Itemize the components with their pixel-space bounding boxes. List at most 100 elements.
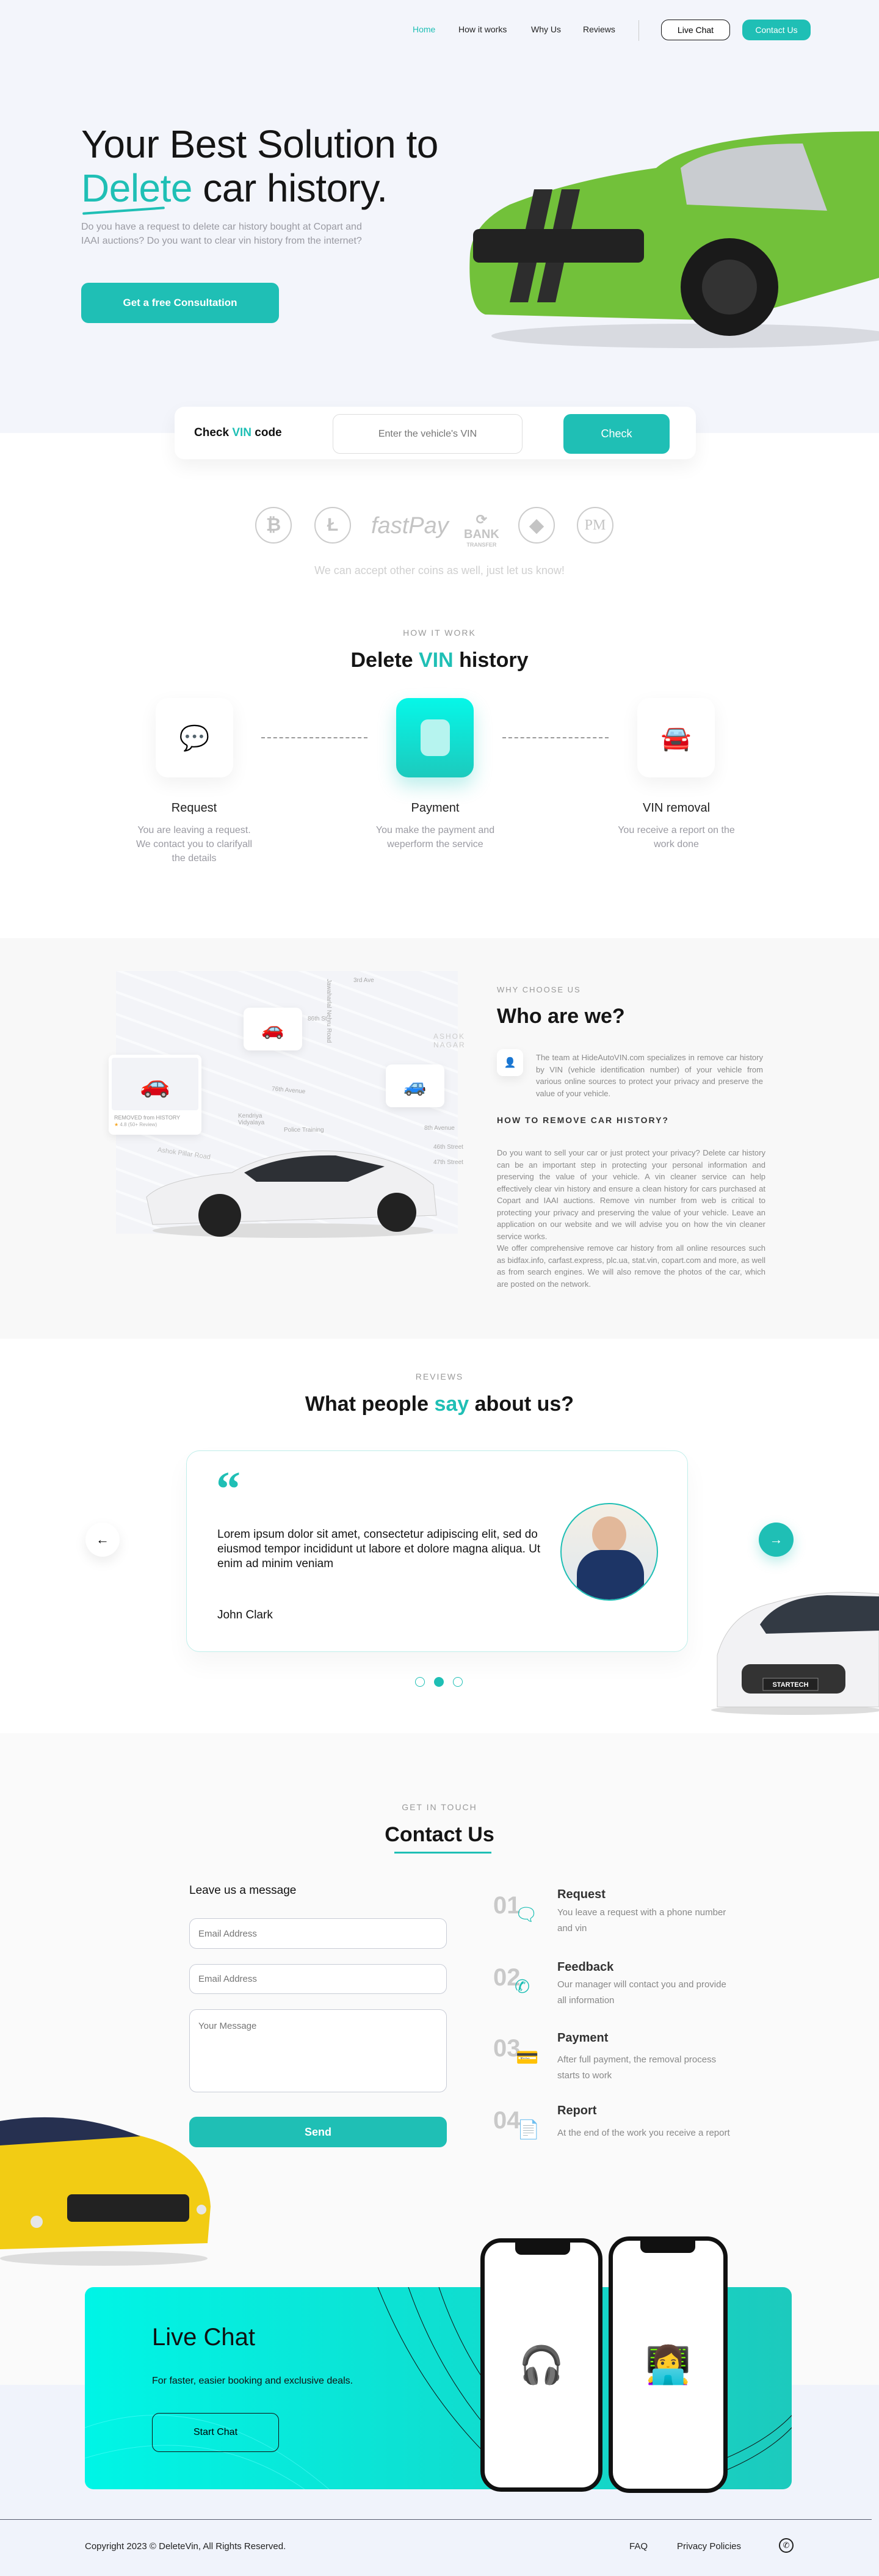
map-label: Kendriya Vidyalaya: [238, 1113, 265, 1126]
payments-note: We can accept other coins as well, just …: [314, 564, 565, 577]
contact-title-underline: [394, 1852, 491, 1854]
map-pin-car-white: 🚗: [244, 1008, 302, 1050]
phone-icon: ✆: [515, 1977, 530, 1997]
step-desc: After full payment, the removal process …: [557, 2054, 717, 2081]
carousel-dot[interactable]: [415, 1677, 425, 1687]
footer-divider: [0, 2519, 872, 2520]
why-title: Who are we?: [497, 1005, 625, 1028]
why-intro: The team at HideAutoVIN.com specializes …: [536, 1053, 763, 1098]
step-desc: Our manager will contact you and provide…: [557, 1979, 726, 2006]
contact-eyebrow: GET IN TOUCH: [402, 1802, 477, 1812]
headset-support-icon: 🎧: [518, 2345, 565, 2385]
white-bmw-image: [146, 1150, 437, 1238]
step-number: 04: [493, 2107, 521, 2134]
email-field[interactable]: [189, 1918, 447, 1949]
step-desc: You make the payment and weperform the s…: [375, 825, 495, 850]
card-payment-icon: 💳: [516, 2048, 539, 2068]
nav-home[interactable]: Home: [413, 24, 435, 34]
map-label: 46th Street: [433, 1144, 463, 1151]
step-title: Report: [557, 2104, 597, 2117]
sedan-image: 🚗: [112, 1058, 198, 1110]
contact-us-button[interactable]: Contact Us: [742, 20, 811, 40]
car-icon: 🚘: [660, 724, 692, 752]
vin-removal-step-card: 🚘: [637, 698, 715, 777]
how-title: Delete VIN history: [350, 649, 529, 672]
yellow-camaro-image: [0, 2117, 211, 2266]
contact-title: Contact Us: [385, 1823, 494, 1846]
step-title: Payment: [557, 2031, 609, 2045]
phone-mockup-agent: 👩‍💻: [609, 2236, 728, 2493]
map-label: 3rd Ave: [353, 977, 374, 984]
fastpay-logo: fastPay: [371, 513, 449, 539]
step-desc: At the end of the work you receive a rep…: [557, 2128, 730, 2138]
email-field-2[interactable]: [189, 1964, 447, 1994]
woman-laptop-illustration: 👩‍💻: [645, 2344, 691, 2385]
map-label: 47th Street: [433, 1159, 463, 1166]
chat-question-icon: 🗨: [515, 1905, 538, 1925]
vin-label: Check VIN code: [194, 426, 282, 439]
litecoin-icon: Ł: [314, 507, 351, 544]
send-button[interactable]: Send: [189, 2117, 447, 2147]
vin-check-bar: Check VIN code Check: [175, 407, 696, 459]
step-desc: You leave a request with a phone number …: [557, 1907, 726, 1934]
step-title: VIN removal: [642, 801, 711, 815]
map-pin-car-black: 🚙: [386, 1064, 444, 1107]
review-text: Lorem ipsum dolor sit amet, consectetur …: [217, 1528, 541, 1570]
removed-car-card: 🚗 REMOVED from HISTORY ★ 4.8 (50+ Review…: [109, 1055, 201, 1135]
step-title: Feedback: [557, 1960, 614, 1974]
reviewer-avatar: [560, 1503, 658, 1601]
map-label: 8th Avenue: [424, 1125, 455, 1132]
live-chat-subtitle: For faster, easier booking and exclusive…: [152, 2376, 353, 2386]
white-jaguar-image: STARTECH: [711, 1592, 879, 1715]
live-chat-button[interactable]: Live Chat: [661, 20, 730, 40]
report-document-icon: 📄: [517, 2120, 540, 2140]
step-desc: You receive a report on the work done: [618, 825, 735, 850]
faq-link[interactable]: FAQ: [629, 2541, 648, 2552]
why-eyebrow: WHY CHOOSE US: [497, 985, 581, 994]
form-title: Leave us a message: [189, 1884, 297, 1897]
bitcoin-icon: ₿: [255, 507, 292, 544]
map-label: Police Training: [284, 1127, 324, 1133]
carousel-dot[interactable]: [453, 1677, 463, 1687]
reviewer-name: John Clark: [217, 1609, 273, 1621]
remove-history-heading: HOW TO REMOVE CAR HISTORY?: [497, 1115, 669, 1125]
nav-divider: [638, 20, 639, 41]
step-title: Request: [557, 1888, 606, 1901]
check-button[interactable]: Check: [563, 414, 670, 454]
live-chat-title: Live Chat: [152, 2324, 255, 2351]
payment-step-card: [396, 698, 474, 777]
next-arrow-button[interactable]: →: [759, 1523, 794, 1557]
map-label: 86th St: [308, 1016, 327, 1022]
svg-text:STARTECH: STARTECH: [772, 1681, 808, 1689]
step-title: Request: [171, 801, 217, 815]
map-label: Jawaharlal Nehru Road: [325, 979, 332, 1043]
why-paragraph-2: We offer comprehensive remove car histor…: [497, 1243, 765, 1289]
step-desc: You are leaving a request. We contact yo…: [136, 825, 252, 864]
privacy-link[interactable]: Privacy Policies: [677, 2541, 741, 2552]
prev-arrow-button[interactable]: ←: [85, 1523, 120, 1557]
hero-title: Your Best Solution to Delete car history.: [81, 122, 438, 210]
step-title: Payment: [411, 801, 460, 815]
review-card: “ Lorem ipsum dolor sit amet, consectetu…: [186, 1450, 688, 1652]
phone-mockup-support: 🎧: [480, 2238, 602, 2492]
carousel-dot-active[interactable]: [434, 1677, 444, 1687]
chat-bubble-icon: 💬: [179, 724, 210, 752]
how-eyebrow: HOW IT WORK: [403, 628, 476, 638]
consultation-button[interactable]: Get a free Consultation: [81, 283, 279, 323]
step-connector: [502, 737, 609, 738]
why-paragraph-1: Do you want to sell your car or just pro…: [497, 1148, 765, 1241]
wallet-icon: [420, 719, 450, 756]
vin-input[interactable]: [333, 414, 523, 454]
reviews-title: What people say about us?: [305, 1392, 574, 1416]
map-label: ASHOK NAGAR: [433, 1032, 466, 1049]
nav-how-it-works[interactable]: How it works: [458, 24, 507, 34]
whatsapp-icon[interactable]: ✆: [779, 2538, 794, 2553]
perfect-money-icon: PM: [577, 507, 613, 544]
green-car-image: [469, 131, 879, 348]
start-chat-button[interactable]: Start Chat: [152, 2413, 279, 2452]
message-textarea[interactable]: [189, 2009, 447, 2092]
nav-reviews[interactable]: Reviews: [583, 24, 615, 34]
request-step-card: 💬: [156, 698, 233, 777]
nav-why-us[interactable]: Why Us: [531, 24, 561, 34]
user-car-icon: 👤: [497, 1049, 523, 1076]
